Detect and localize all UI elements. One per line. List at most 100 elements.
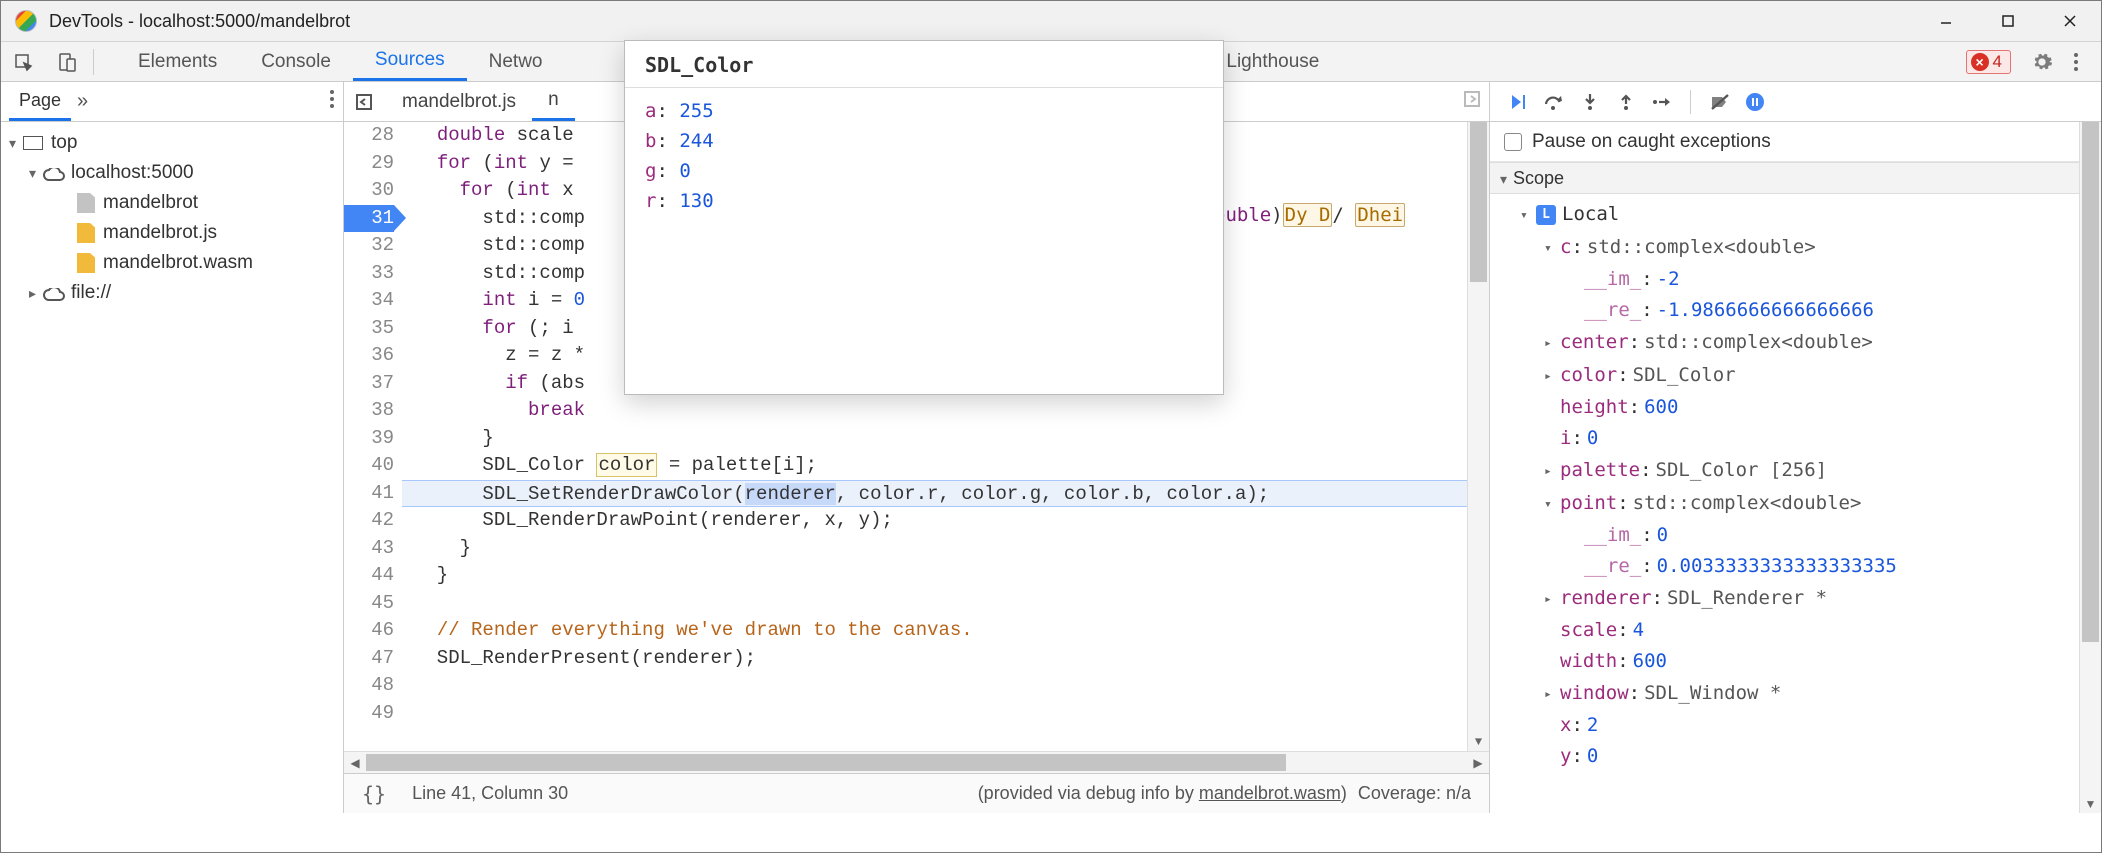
tree-file[interactable]: mandelbrot.js: [1, 218, 343, 248]
coverage-text: Coverage: n/a: [1358, 783, 1471, 803]
device-toggle-icon[interactable]: [45, 42, 89, 81]
scope-var[interactable]: color: SDL_Color: [1500, 359, 2101, 392]
scope-var[interactable]: center: std::complex<double>: [1500, 326, 2101, 359]
scope-var[interactable]: __re_: 0.0033333333333333335: [1500, 551, 2101, 582]
step-out-button[interactable]: [1608, 84, 1644, 120]
scope-body: L Local c: std::complex<double> __im_: -2…: [1490, 194, 2101, 776]
devtools-icon: [15, 10, 37, 32]
scope-var[interactable]: scale: 4: [1500, 615, 2101, 646]
divider: [93, 49, 94, 75]
scroll-left-icon[interactable]: ◀: [344, 756, 366, 770]
inspect-element-icon[interactable]: [1, 42, 45, 81]
horizontal-scrollbar[interactable]: ◀▶: [344, 751, 1489, 773]
tree-file-origin[interactable]: file://: [1, 278, 343, 308]
minimize-button[interactable]: [1915, 1, 1977, 42]
debug-info-link[interactable]: mandelbrot.wasm: [1199, 783, 1341, 803]
scope-var[interactable]: palette: SDL_Color [256]: [1500, 454, 2101, 487]
scope-var[interactable]: x: 2: [1500, 710, 2101, 741]
scroll-down-icon[interactable]: ▼: [1468, 735, 1489, 749]
titlebar: DevTools - localhost:5000/mandelbrot: [1, 1, 2101, 42]
tab-network[interactable]: Netwo: [467, 42, 565, 81]
error-count-badge[interactable]: ×4: [1966, 50, 2011, 74]
tree-label: localhost:5000: [71, 162, 194, 184]
frame-icon: [23, 136, 43, 150]
scope-local[interactable]: L Local: [1500, 198, 2101, 231]
scope-var[interactable]: height: 600: [1500, 392, 2101, 423]
deactivate-breakpoints-button[interactable]: [1701, 84, 1737, 120]
pause-caught-label: Pause on caught exceptions: [1532, 131, 1771, 153]
scrollbar-thumb[interactable]: [366, 754, 1286, 771]
scrollbar-thumb[interactable]: [2082, 122, 2099, 642]
scrollbar-thumb[interactable]: [1470, 122, 1487, 282]
section-label: Scope: [1513, 168, 1564, 189]
settings-gear-icon[interactable]: [2025, 51, 2059, 73]
close-button[interactable]: [2039, 1, 2101, 42]
sidebar-more-tabs-icon[interactable]: »: [77, 90, 88, 113]
sidebar-menu-icon[interactable]: [329, 89, 335, 114]
window-title: DevTools - localhost:5000/mandelbrot: [49, 11, 350, 32]
editor-tab-file[interactable]: mandelbrot.js: [386, 82, 532, 121]
more-menu-icon[interactable]: [2059, 51, 2093, 73]
scope-section-header[interactable]: Scope: [1490, 162, 2101, 194]
pause-on-caught-row[interactable]: Pause on caught exceptions: [1490, 122, 2101, 162]
divider: [1690, 90, 1691, 114]
resume-button[interactable]: [1500, 84, 1536, 120]
sidebar-tab-page[interactable]: Page: [9, 82, 71, 121]
checkbox[interactable]: [1504, 133, 1522, 151]
tree-file[interactable]: mandelbrot.wasm: [1, 248, 343, 278]
editor-statusbar: {} Line 41, Column 30 (provided via debu…: [344, 773, 1489, 813]
tooltip-row: r: 130: [645, 186, 1203, 216]
line-gutter[interactable]: 2829303132333435363738394041424344454647…: [344, 122, 402, 727]
run-snippet-icon[interactable]: [1463, 90, 1481, 113]
status-text: (provided via debug info by: [978, 783, 1199, 803]
scope-var[interactable]: i: 0: [1500, 423, 2101, 454]
scroll-right-icon[interactable]: ▶: [1467, 756, 1489, 770]
scope-var[interactable]: __im_: -2: [1500, 264, 2101, 295]
tree-label: file://: [71, 282, 111, 304]
scroll-down-icon[interactable]: ▼: [2080, 797, 2101, 811]
tooltip-row: a: 255: [645, 96, 1203, 126]
local-badge-icon: L: [1536, 205, 1556, 225]
tree-label: mandelbrot.wasm: [103, 252, 253, 274]
scope-var[interactable]: __re_: -1.9866666666666666: [1500, 295, 2101, 326]
panel-scrollbar[interactable]: ▲▼: [2079, 122, 2101, 813]
status-text: ): [1341, 783, 1347, 803]
tooltip-title: SDL_Color: [625, 41, 1223, 88]
scope-var[interactable]: __im_: 0: [1500, 520, 2101, 551]
scope-var[interactable]: window: SDL_Window *: [1500, 677, 2101, 710]
tree-file[interactable]: mandelbrot: [1, 188, 343, 218]
maximize-button[interactable]: [1977, 1, 2039, 42]
vertical-scrollbar[interactable]: ▲▼: [1467, 122, 1489, 751]
file-tree: top localhost:5000 mandelbrot mandelbrot…: [1, 122, 343, 308]
step-into-button[interactable]: [1572, 84, 1608, 120]
tab-elements[interactable]: Elements: [116, 42, 239, 81]
pretty-print-icon[interactable]: {}: [362, 782, 386, 806]
value-tooltip: SDL_Color a: 255 b: 244 g: 0 r: 130: [624, 40, 1224, 395]
cloud-icon: [43, 286, 65, 300]
step-over-button[interactable]: [1536, 84, 1572, 120]
file-navigator-icon[interactable]: [352, 93, 376, 111]
step-button[interactable]: [1644, 84, 1680, 120]
tab-console[interactable]: Console: [239, 42, 353, 81]
pause-exceptions-button[interactable]: [1737, 84, 1773, 120]
debugger-panel: Pause on caught exceptions Scope L Local …: [1489, 82, 2101, 813]
scope-var[interactable]: y: 0: [1500, 741, 2101, 772]
scope-var[interactable]: c: std::complex<double>: [1500, 231, 2101, 264]
scope-var[interactable]: renderer: SDL_Renderer *: [1500, 582, 2101, 615]
tab-lighthouse[interactable]: Lighthouse: [1204, 42, 1341, 81]
debug-toolbar: [1490, 82, 2101, 122]
navigator-sidebar: Page » top localhost:5000 mandelbrot man…: [1, 82, 344, 813]
cloud-icon: [43, 166, 65, 180]
scope-label: Local: [1562, 199, 1619, 230]
scope-var[interactable]: width: 600: [1500, 646, 2101, 677]
tab-sources[interactable]: Sources: [353, 42, 467, 81]
cursor-position: Line 41, Column 30: [412, 783, 568, 804]
window-buttons: [1915, 1, 2101, 42]
wasm-file-icon: [77, 253, 95, 273]
js-file-icon: [77, 223, 95, 243]
tree-top-frame[interactable]: top: [1, 128, 343, 158]
editor-tab-active[interactable]: n: [532, 82, 575, 121]
tree-origin[interactable]: localhost:5000: [1, 158, 343, 188]
scope-var[interactable]: point: std::complex<double>: [1500, 487, 2101, 520]
tree-label: top: [51, 132, 77, 154]
